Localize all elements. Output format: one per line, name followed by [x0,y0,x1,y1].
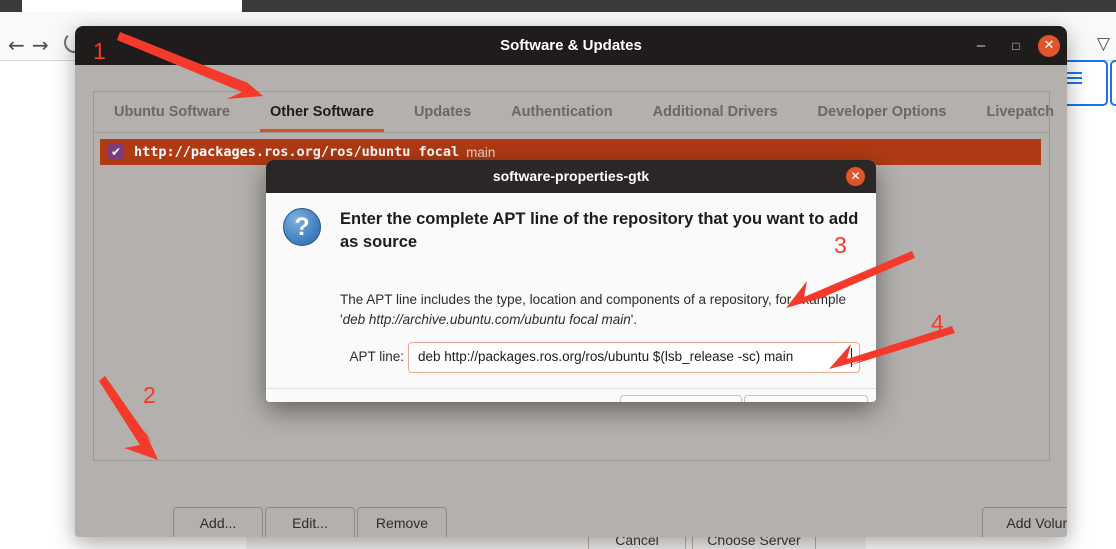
repository-url: http://packages.ros.org/ros/ubuntu focal [134,144,460,160]
edit-button[interactable]: Edit... [265,507,355,537]
tab-other-software[interactable]: Other Software [250,92,394,132]
apt-line-input-value: deb http://packages.ros.org/ros/ubuntu $… [418,349,794,364]
description-text-after: '. [630,312,638,327]
add-volume-button[interactable]: Add Volume... [982,507,1067,537]
apt-dialog-heading: Enter the complete APT line of the repos… [340,210,859,251]
annotation-number-1: 1 [93,38,106,64]
window-titlebar[interactable]: Software & Updates – □ ✕ [75,26,1067,65]
forward-arrow-icon[interactable]: → [32,35,49,55]
tab-additional-drivers[interactable]: Additional Drivers [633,92,798,132]
apt-dialog-title: software-properties-gtk [492,168,650,184]
back-arrow-icon[interactable]: ← [8,35,25,55]
remove-button[interactable]: Remove [357,507,447,537]
repository-components: main [466,144,496,160]
apt-line-dialog: software-properties-gtk ✕ ? Enter the co… [266,160,876,402]
add-button[interactable]: Add... [173,507,263,537]
page-widget-right[interactable] [1110,60,1116,106]
annotation-number-3: 3 [834,232,847,258]
maximize-icon[interactable]: □ [1007,37,1025,55]
browser-tabstrip [0,0,1116,12]
apt-line-input[interactable]: deb http://packages.ros.org/ros/ubuntu $… [408,342,860,373]
text-cursor [851,348,852,367]
description-example: deb http://archive.ubuntu.com/ubuntu foc… [342,312,631,327]
apt-dialog-titlebar[interactable]: software-properties-gtk ✕ [266,160,876,193]
repository-checkbox[interactable]: ✔ [108,144,124,160]
screen: ← → ☉ https://wiki.ros.org/noetic/Instal… [0,0,1116,549]
list-lines-icon [1066,72,1082,74]
apt-cancel-button[interactable]: Cancel [620,395,742,402]
tab-updates[interactable]: Updates [394,92,491,132]
minimize-icon[interactable]: – [972,37,990,55]
apt-line-label: APT line: [349,349,404,364]
tab-ubuntu-software[interactable]: Ubuntu Software [94,92,250,132]
browser-tab[interactable] [22,0,242,12]
close-icon[interactable]: ✕ [1038,35,1060,57]
add-source-button[interactable]: Add Source [744,395,868,402]
apt-line-row: APT line: deb http://packages.ros.org/ro… [266,341,876,375]
question-mark-icon: ? [283,208,321,246]
tab-authentication[interactable]: Authentication [491,92,633,132]
window-title: Software & Updates [500,37,642,54]
apt-dialog-content: ? Enter the complete APT line of the rep… [266,193,876,402]
annotation-number-2: 2 [143,382,156,408]
tab-strip: Ubuntu Software Other Software Updates A… [94,92,1054,133]
annotation-number-4: 4 [931,310,944,336]
shield-icon[interactable]: ▽ [1097,34,1110,54]
apt-dialog-buttons: Cancel Add Source [266,388,876,402]
tab-developer-options[interactable]: Developer Options [798,92,967,132]
apt-dialog-close-icon[interactable]: ✕ [846,167,865,186]
tab-livepatch[interactable]: Livepatch [966,92,1067,132]
apt-dialog-description: The APT line includes the type, location… [340,290,860,330]
